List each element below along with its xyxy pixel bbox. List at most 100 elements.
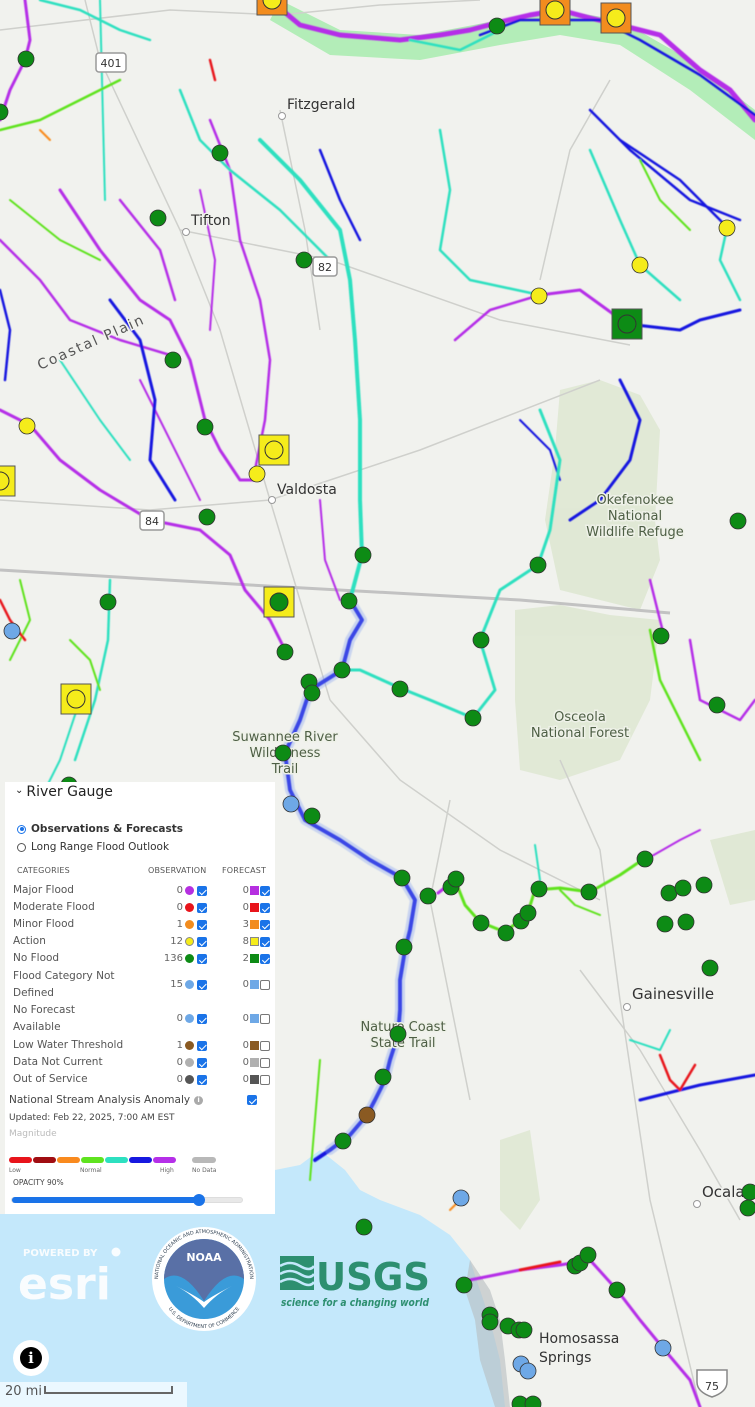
gauge-no-flood[interactable] [303,684,321,702]
gauge-no-flood[interactable] [354,546,372,564]
gauge-no-flood[interactable] [472,914,490,932]
gauge-action[interactable] [530,287,548,305]
gauge-no-flood[interactable] [334,1132,352,1150]
radio-button-selected[interactable] [17,824,26,834]
gauge-no-flood[interactable] [530,880,548,898]
forecast-checkbox[interactable] [260,1075,270,1085]
gauge-forecast-action[interactable] [258,434,290,466]
gauge-no-flood[interactable] [295,251,313,269]
forecast-checkbox[interactable] [260,954,270,964]
map-info-button[interactable]: i [13,1340,49,1376]
gauge-no-flood[interactable] [515,1321,533,1339]
gauge-action[interactable] [718,219,736,237]
gauge-no-flood[interactable] [519,904,537,922]
observation-checkbox[interactable] [197,1041,207,1051]
gauge-forecast-action[interactable] [60,683,92,715]
gauge-no-flood[interactable] [580,883,598,901]
gauge-not-defined[interactable] [654,1339,672,1357]
gauge-no-flood[interactable] [395,938,413,956]
gauge-not-defined[interactable] [452,1189,470,1207]
gauge-no-flood[interactable] [677,913,695,931]
gauge-no-flood[interactable] [303,807,321,825]
gauge-no-flood[interactable] [196,418,214,436]
gauge-no-flood[interactable] [211,144,229,162]
gauge-no-flood[interactable] [17,50,35,68]
gauge-no-flood[interactable] [739,1199,755,1217]
forecast-checkbox[interactable] [260,1014,270,1024]
gauge-forecast-action[interactable] [263,586,295,618]
gauge-forecast-minor[interactable] [539,0,571,26]
gauge-no-flood[interactable] [198,508,216,526]
gauge-not-defined[interactable] [282,795,300,813]
forecast-checkbox[interactable] [260,1058,270,1068]
usgs-logo[interactable]: USGS science for a changing world [280,1252,432,1310]
observation-checkbox[interactable] [197,1075,207,1085]
gauge-no-flood[interactable] [497,924,515,942]
gauge-no-flood[interactable] [455,1276,473,1294]
forecast-checkbox[interactable] [260,980,270,990]
gauge-no-flood[interactable] [374,1068,392,1086]
gauge-no-flood[interactable] [579,1246,597,1264]
nsa-checkbox[interactable] [247,1095,257,1105]
gauge-no-flood[interactable] [391,680,409,698]
observation-checkbox[interactable] [197,1058,207,1068]
gauge-no-flood[interactable] [660,884,678,902]
gauge-forecast-no-flood[interactable] [611,308,643,340]
opacity-slider-thumb[interactable] [192,1194,205,1206]
info-icon[interactable]: i [194,1095,204,1105]
observation-checkbox[interactable] [197,954,207,964]
gauge-no-flood[interactable] [674,879,692,897]
observation-checkbox[interactable] [197,937,207,947]
gauge-no-flood[interactable] [340,592,358,610]
legend-collapse-toggle[interactable]: ⌄ River Gauge [15,784,113,800]
gauge-no-flood[interactable] [656,915,674,933]
gauge-no-flood[interactable] [149,209,167,227]
gauge-no-flood[interactable] [393,869,411,887]
radio-long-range-outlook[interactable]: Long Range Flood Outlook [17,841,169,853]
noaa-logo[interactable]: NOAA NATIONAL OCEANIC AND ATMOSPHERIC AD… [146,1226,262,1332]
gauge-action[interactable] [631,256,649,274]
observation-checkbox[interactable] [197,980,207,990]
forecast-checkbox[interactable] [260,1041,270,1051]
gauge-forecast-minor[interactable] [256,0,288,16]
gauge-no-flood[interactable] [529,556,547,574]
forecast-checkbox[interactable] [260,903,270,913]
forecast-checkbox[interactable] [260,886,270,896]
gauge-no-flood[interactable] [481,1313,499,1331]
gauge-no-flood[interactable] [741,1183,755,1201]
forecast-checkbox[interactable] [260,937,270,947]
observation-checkbox[interactable] [197,920,207,930]
gauge-not-defined[interactable] [3,622,21,640]
esri-logo[interactable]: POWERED BY esri [18,1243,126,1305]
gauge-no-flood[interactable] [695,876,713,894]
gauge-no-flood[interactable] [447,870,465,888]
forecast-checkbox[interactable] [260,920,270,930]
gauge-no-flood[interactable] [274,744,292,762]
gauge-no-flood[interactable] [355,1218,373,1236]
gauge-no-flood[interactable] [708,696,726,714]
gauge-no-flood[interactable] [488,17,506,35]
gauge-action[interactable] [18,417,36,435]
gauge-no-flood[interactable] [389,1025,407,1043]
gauge-no-flood[interactable] [419,887,437,905]
gauge-no-flood[interactable] [464,709,482,727]
radio-button[interactable] [17,842,26,852]
gauge-no-flood[interactable] [164,351,182,369]
gauge-low-water[interactable] [358,1106,376,1124]
gauge-no-flood[interactable] [276,643,294,661]
gauge-no-flood[interactable] [99,593,117,611]
gauge-no-flood[interactable] [729,512,747,530]
observation-checkbox[interactable] [197,903,207,913]
opacity-slider[interactable] [11,1194,243,1206]
gauge-no-flood[interactable] [652,627,670,645]
radio-observations-forecasts[interactable]: Observations & Forecasts [17,823,183,835]
gauge-forecast-minor[interactable] [600,2,632,34]
gauge-not-defined[interactable] [519,1362,537,1380]
gauge-no-flood[interactable] [608,1281,626,1299]
observation-checkbox[interactable] [197,1014,207,1024]
gauge-no-flood[interactable] [636,850,654,868]
gauge-no-flood[interactable] [472,631,490,649]
observation-checkbox[interactable] [197,886,207,896]
gauge-action[interactable] [248,465,266,483]
gauge-forecast-action[interactable] [0,465,16,497]
